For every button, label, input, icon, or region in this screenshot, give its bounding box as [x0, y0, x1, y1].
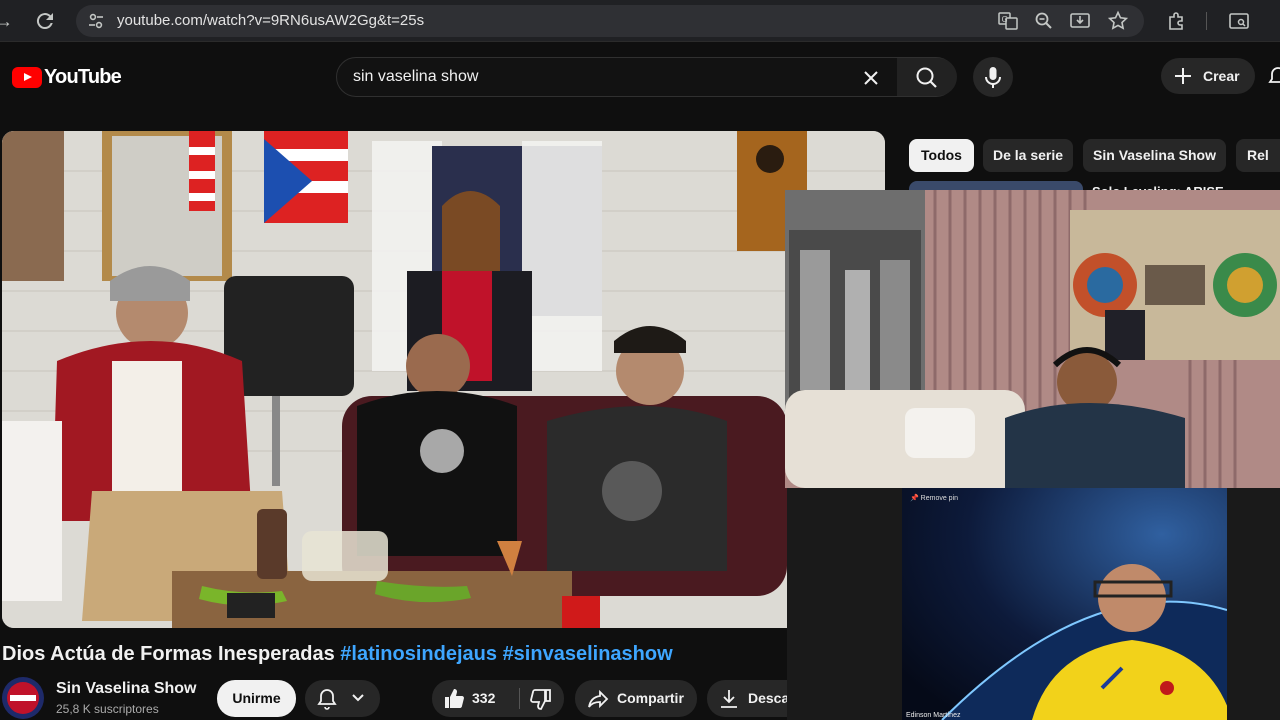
thumbs-down-icon	[530, 689, 551, 710]
forward-icon[interactable]: →	[0, 9, 16, 33]
chip-sin-vaselina-show[interactable]: Sin Vaselina Show	[1083, 139, 1226, 172]
channel-name[interactable]: Sin Vaselina Show	[56, 680, 197, 698]
browser-toolbar: → youtube.com/watch?v=9RN6usAW2Gg&t=25s …	[0, 0, 1280, 42]
clear-search-icon[interactable]	[859, 66, 883, 90]
address-bar[interactable]: youtube.com/watch?v=9RN6usAW2Gg&t=25s G	[76, 5, 1144, 37]
youtube-logo[interactable]: YouTube	[12, 65, 122, 88]
participant-video: 📌 Remove pin Edinson Martínez	[902, 488, 1227, 720]
hashtag-link[interactable]: #latinosindejaus	[340, 643, 497, 665]
toolbar-divider	[1206, 12, 1207, 30]
share-icon	[588, 689, 609, 709]
voice-search-button[interactable]	[973, 57, 1013, 97]
reload-icon[interactable]	[33, 9, 57, 33]
site-info-icon[interactable]	[84, 9, 108, 33]
like-button[interactable]: 332	[432, 680, 517, 717]
microphone-icon	[985, 67, 1001, 88]
create-button[interactable]: Crear	[1161, 58, 1255, 94]
video-frame-image	[2, 131, 885, 628]
search-icon	[916, 67, 937, 88]
channel-avatar[interactable]	[2, 677, 44, 719]
chip-todos[interactable]: Todos	[909, 139, 974, 172]
plus-icon	[1175, 68, 1191, 84]
participant-video-image	[902, 488, 1227, 720]
remove-pin-button[interactable]: 📌 Remove pin	[910, 494, 958, 502]
notifications-icon[interactable]	[1268, 66, 1280, 88]
tab-search-icon[interactable]	[1227, 9, 1251, 33]
overlay-mask	[787, 675, 902, 720]
video-player[interactable]	[2, 131, 885, 628]
video-title: Dios Actúa de Formas Inesperadas #latino…	[2, 643, 673, 666]
search-box[interactable]: sin vaselina show	[336, 57, 957, 97]
join-button[interactable]: Unirme	[217, 680, 296, 717]
chip-related[interactable]: Rel	[1236, 139, 1280, 172]
thumbs-up-icon	[445, 689, 464, 708]
bookmark-star-icon[interactable]	[1106, 9, 1130, 33]
subscriber-count: 25,8 K suscriptores	[56, 702, 159, 716]
hashtag-link[interactable]: #sinvaselinashow	[503, 643, 673, 665]
streamer-camera-overlay	[785, 190, 1280, 488]
translate-icon[interactable]: G	[996, 9, 1020, 33]
share-button[interactable]: Compartir	[575, 680, 697, 717]
remove-pin-label: Remove pin	[920, 495, 959, 502]
youtube-header: YouTube sin vaselina show Crear	[0, 42, 1280, 112]
search-button[interactable]	[897, 58, 957, 96]
extensions-icon[interactable]	[1165, 9, 1189, 33]
download-icon	[721, 690, 737, 708]
search-input[interactable]: sin vaselina show	[353, 68, 478, 86]
like-dislike-group: 332	[432, 680, 564, 717]
youtube-play-icon	[12, 66, 42, 88]
dislike-button[interactable]	[520, 680, 564, 717]
url-text: youtube.com/watch?v=9RN6usAW2Gg&t=25s	[117, 12, 425, 29]
screen: → youtube.com/watch?v=9RN6usAW2Gg&t=25s …	[0, 0, 1280, 720]
chip-de-la-serie[interactable]: De la serie	[983, 139, 1073, 172]
video-title-text: Dios Actúa de Formas Inesperadas	[2, 643, 335, 665]
share-label: Compartir	[617, 690, 684, 706]
install-app-icon[interactable]	[1068, 9, 1092, 33]
bell-icon	[317, 689, 337, 710]
zoom-icon[interactable]	[1032, 9, 1056, 33]
logo-text: YouTube	[44, 65, 122, 88]
svg-text:G: G	[1002, 15, 1008, 24]
recommended-title[interactable]: Solo Leveling: ARISE	[1092, 180, 1280, 190]
create-label: Crear	[1203, 68, 1240, 84]
chevron-down-icon	[352, 694, 364, 702]
pin-icon: 📌	[910, 495, 919, 502]
streamer-camera-image	[785, 190, 1280, 488]
like-count: 332	[472, 690, 496, 706]
subscribe-notifications-button[interactable]	[305, 680, 380, 717]
participant-name: Edinson Martínez	[906, 712, 961, 719]
